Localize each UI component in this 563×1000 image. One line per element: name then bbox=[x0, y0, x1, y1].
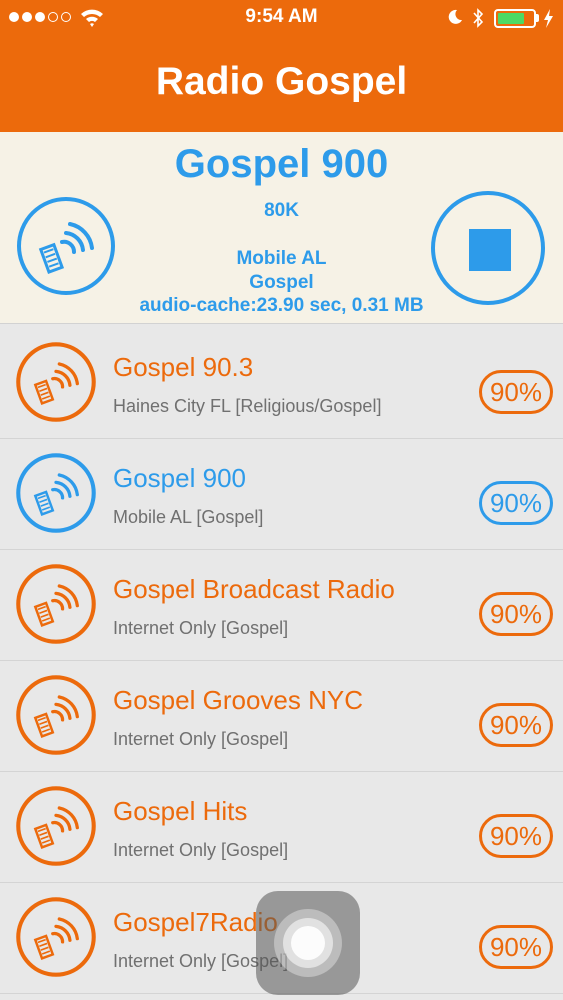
now-playing-station: Gospel 900 bbox=[174, 142, 389, 186]
status-bar: 9:54 AM bbox=[0, 0, 563, 36]
stop-button[interactable] bbox=[431, 191, 545, 305]
station-subtitle: Mobile AL [Gospel] bbox=[113, 507, 264, 527]
app-title: Radio Gospel bbox=[155, 60, 408, 103]
station-percent-badge: 90% bbox=[479, 592, 553, 636]
station-subtitle: Internet Only [Gospel] bbox=[113, 618, 289, 638]
radio-wave-icon bbox=[16, 675, 96, 755]
assistive-touch-ring bbox=[291, 926, 325, 960]
station-row[interactable]: Gospel Broadcast Radio Internet Only [Go… bbox=[0, 550, 563, 661]
battery-level bbox=[498, 13, 524, 24]
charging-bolt-icon bbox=[544, 9, 553, 28]
station-percent-badge: 90% bbox=[479, 370, 553, 414]
station-subtitle: Internet Only [Gospel] bbox=[113, 840, 289, 860]
station-row[interactable]: Gospel 90.3 Haines City FL [Religious/Go… bbox=[0, 328, 563, 439]
station-percent-badge: 90% bbox=[479, 925, 553, 969]
radio-wave-icon bbox=[17, 197, 115, 295]
station-name: Gospel Hits bbox=[113, 796, 248, 826]
stop-icon bbox=[469, 229, 511, 271]
station-row[interactable]: Gospel Grooves NYC Internet Only [Gospel… bbox=[0, 661, 563, 772]
assistive-touch-button[interactable] bbox=[256, 891, 360, 995]
station-percent-badge: 90% bbox=[479, 481, 553, 525]
battery-tip bbox=[536, 14, 539, 22]
radio-wave-icon bbox=[16, 786, 96, 866]
now-playing-panel: Gospel 900 80K Mobile AL Gospel audio-ca… bbox=[0, 132, 563, 324]
radio-wave-icon bbox=[16, 342, 96, 422]
bluetooth-icon bbox=[473, 8, 484, 28]
station-name: Gospel Grooves NYC bbox=[113, 685, 363, 715]
station-name: Gospel7Radio bbox=[113, 907, 278, 937]
station-name: Gospel 90.3 bbox=[113, 352, 254, 382]
station-row[interactable]: Gospel 900 Mobile AL [Gospel] 90% bbox=[0, 439, 563, 550]
station-percent-badge: 90% bbox=[479, 814, 553, 858]
station-name: Gospel 900 bbox=[113, 463, 246, 493]
station-name: Gospel Broadcast Radio bbox=[113, 574, 395, 604]
radio-wave-icon bbox=[16, 453, 96, 533]
station-row[interactable]: Gospel Hits Internet Only [Gospel] 90% bbox=[0, 772, 563, 883]
battery-icon bbox=[494, 9, 536, 28]
do-not-disturb-icon bbox=[448, 9, 462, 24]
radio-wave-icon bbox=[16, 564, 96, 644]
station-percent-badge: 90% bbox=[479, 703, 553, 747]
station-subtitle: Haines City FL [Religious/Gospel] bbox=[113, 396, 382, 416]
radio-wave-icon bbox=[16, 897, 96, 977]
station-subtitle: Internet Only [Gospel] bbox=[113, 729, 289, 749]
